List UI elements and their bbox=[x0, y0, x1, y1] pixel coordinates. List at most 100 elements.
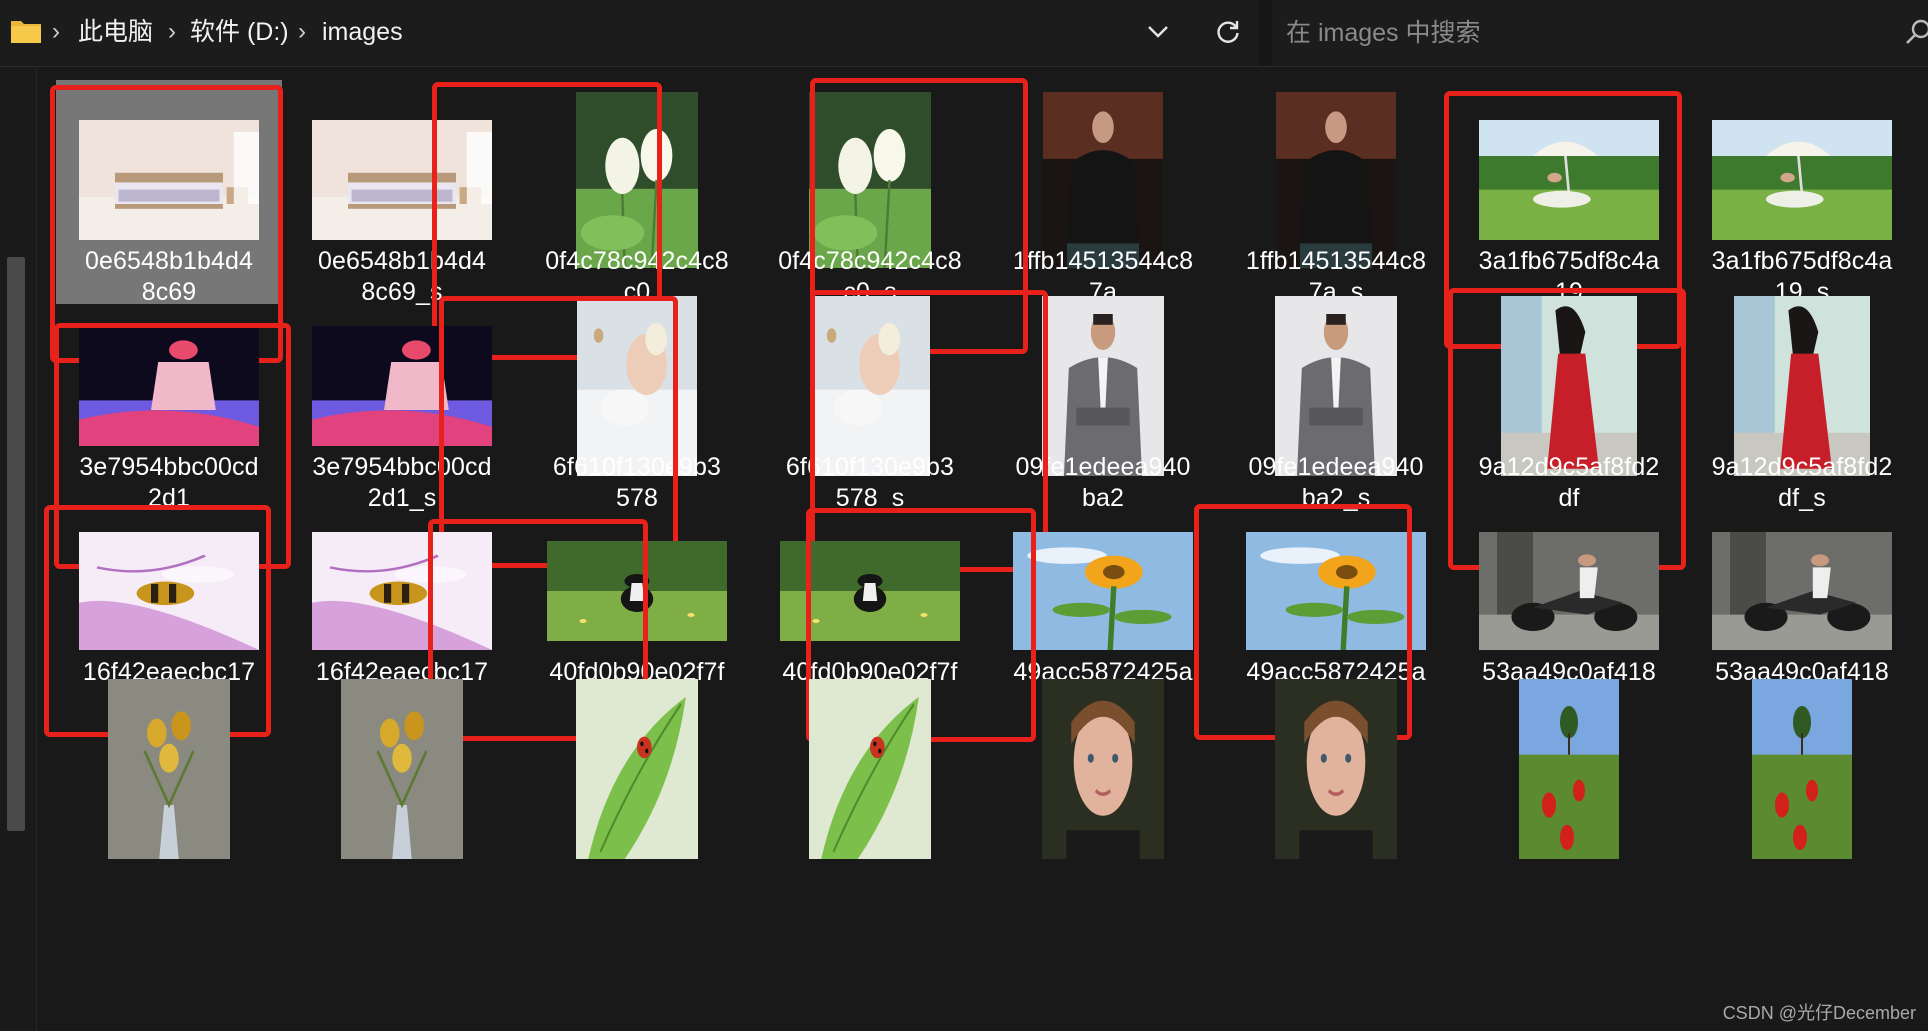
file-item[interactable]: 3e7954bbc00cd 2d1_s bbox=[289, 286, 515, 512]
photo-icon bbox=[1734, 296, 1870, 476]
image-thumbnail bbox=[1712, 532, 1892, 650]
photo-icon bbox=[1275, 296, 1397, 476]
file-item[interactable]: 6f610f130e9b3 578_s bbox=[757, 286, 983, 512]
top-bar: › 此电脑 › 软件 (D:) › images bbox=[0, 0, 1928, 67]
image-thumbnail bbox=[79, 326, 259, 446]
photo-icon bbox=[577, 296, 697, 476]
refresh-button[interactable] bbox=[1208, 12, 1248, 52]
file-item[interactable]: 3a1fb675df8c4a 19_s bbox=[1689, 80, 1915, 306]
search-icon[interactable] bbox=[1904, 18, 1928, 46]
divider bbox=[1258, 0, 1272, 66]
image-thumbnail bbox=[809, 679, 931, 859]
photo-icon bbox=[1276, 92, 1396, 268]
image-thumbnail bbox=[1712, 120, 1892, 240]
photo-icon bbox=[1042, 679, 1164, 859]
image-thumbnail bbox=[1519, 679, 1619, 859]
photo-icon bbox=[810, 296, 930, 476]
file-item[interactable]: 9a12d9c5af8fd2 df_s bbox=[1689, 286, 1915, 512]
file-item[interactable]: 1ffb14513544c8 7a_s bbox=[1223, 80, 1449, 306]
file-item[interactable] bbox=[56, 669, 282, 869]
file-item[interactable]: 1ffb14513544c8 7a bbox=[990, 80, 1216, 306]
image-thumbnail bbox=[576, 679, 698, 859]
image-thumbnail bbox=[1043, 92, 1163, 268]
photo-icon bbox=[809, 92, 931, 268]
image-thumbnail bbox=[1042, 296, 1164, 476]
image-thumbnail bbox=[1734, 296, 1870, 476]
address-history-button[interactable] bbox=[1140, 14, 1176, 50]
photo-icon bbox=[341, 679, 463, 859]
photo-icon bbox=[1712, 120, 1892, 240]
file-item[interactable]: 3a1fb675df8c4a 19 bbox=[1456, 80, 1682, 306]
file-item[interactable]: 09fe1edeea940 ba2 bbox=[990, 286, 1216, 512]
address-bar[interactable]: › 此电脑 › 软件 (D:) › images bbox=[0, 0, 1258, 64]
file-item[interactable] bbox=[1456, 669, 1682, 869]
file-item[interactable]: 0f4c78c942c4c8 c0 bbox=[524, 80, 750, 306]
search-input[interactable] bbox=[1284, 12, 1868, 54]
image-thumbnail bbox=[341, 679, 463, 859]
search-box[interactable] bbox=[1272, 0, 1928, 64]
photo-icon bbox=[79, 120, 259, 240]
photo-icon bbox=[312, 532, 492, 650]
photo-icon bbox=[1479, 120, 1659, 240]
photo-icon bbox=[576, 92, 698, 268]
photo-icon bbox=[79, 326, 259, 446]
photo-icon bbox=[780, 541, 960, 641]
image-thumbnail bbox=[1042, 679, 1164, 859]
file-item[interactable] bbox=[990, 669, 1216, 869]
photo-icon bbox=[1752, 679, 1852, 859]
chevron-right-icon[interactable]: › bbox=[168, 0, 176, 64]
image-thumbnail bbox=[577, 296, 697, 476]
photo-icon bbox=[576, 679, 698, 859]
file-item[interactable]: 3e7954bbc00cd 2d1 bbox=[56, 286, 282, 512]
file-item[interactable]: 09fe1edeea940 ba2_s bbox=[1223, 286, 1449, 512]
breadcrumb-images[interactable]: images bbox=[322, 0, 403, 64]
photo-icon bbox=[1712, 532, 1892, 650]
photo-icon bbox=[1519, 679, 1619, 859]
image-thumbnail bbox=[1501, 296, 1637, 476]
photo-icon bbox=[1501, 296, 1637, 476]
photo-icon bbox=[809, 679, 931, 859]
breadcrumb-drive-d[interactable]: 软件 (D:) bbox=[190, 0, 289, 64]
file-item[interactable] bbox=[524, 669, 750, 869]
file-item[interactable] bbox=[1689, 669, 1915, 869]
image-thumbnail bbox=[312, 326, 492, 446]
image-thumbnail bbox=[108, 679, 230, 859]
image-thumbnail bbox=[1275, 679, 1397, 859]
file-item[interactable]: 0e6548b1b4d4 8c69_s bbox=[289, 80, 515, 306]
file-item[interactable] bbox=[1223, 669, 1449, 869]
image-thumbnail bbox=[1479, 532, 1659, 650]
file-item[interactable] bbox=[289, 669, 515, 869]
breadcrumb-this-pc[interactable]: 此电脑 bbox=[78, 0, 153, 64]
image-thumbnail bbox=[809, 92, 931, 268]
photo-icon bbox=[1043, 92, 1163, 268]
file-item[interactable]: 6f610f130e9b3 578 bbox=[524, 286, 750, 512]
watermark: CSDN @光仔December bbox=[1722, 1003, 1916, 1023]
file-grid: 0e6548b1b4d4 8c69 0e6548b1b4d4 8c69_s 0f… bbox=[36, 67, 1928, 1031]
image-thumbnail bbox=[1013, 532, 1193, 650]
chevron-right-icon[interactable]: › bbox=[298, 0, 306, 64]
image-thumbnail bbox=[576, 92, 698, 268]
file-item[interactable]: 0f4c78c942c4c8 c0_s bbox=[757, 80, 983, 306]
scrollbar-thumb[interactable] bbox=[7, 257, 25, 831]
navigation-pane[interactable] bbox=[0, 67, 37, 1031]
photo-icon bbox=[547, 541, 727, 641]
image-thumbnail bbox=[1479, 120, 1659, 240]
photo-icon bbox=[108, 679, 230, 859]
file-item[interactable]: 0e6548b1b4d4 8c69 bbox=[56, 80, 282, 306]
photo-icon bbox=[79, 532, 259, 650]
image-thumbnail bbox=[1276, 92, 1396, 268]
chevron-right-icon[interactable]: › bbox=[52, 0, 60, 64]
image-thumbnail bbox=[79, 532, 259, 650]
photo-icon bbox=[1042, 296, 1164, 476]
photo-icon bbox=[312, 120, 492, 240]
image-thumbnail bbox=[810, 296, 930, 476]
image-thumbnail bbox=[79, 120, 259, 240]
image-thumbnail bbox=[1246, 532, 1426, 650]
file-item[interactable] bbox=[757, 669, 983, 869]
photo-icon bbox=[312, 326, 492, 446]
photo-icon bbox=[1246, 532, 1426, 650]
file-item[interactable]: 9a12d9c5af8fd2 df bbox=[1456, 286, 1682, 512]
photo-icon bbox=[1013, 532, 1193, 650]
refresh-icon bbox=[1217, 21, 1239, 43]
image-thumbnail bbox=[780, 541, 960, 641]
